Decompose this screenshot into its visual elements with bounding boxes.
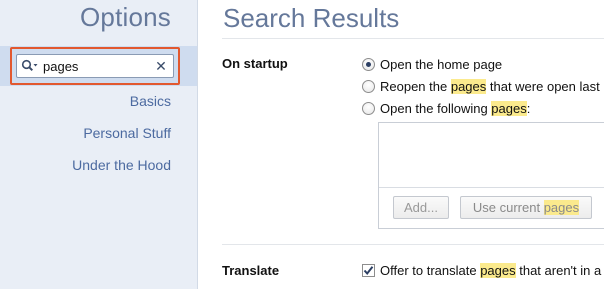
startup-option-reopen-pages[interactable]: Reopen the pages that were open last [362,78,600,94]
search-match-highlight: pages [480,262,516,278]
clear-search-icon[interactable]: ✕ [153,58,169,74]
sidebar-item-under-the-hood[interactable]: Under the Hood [72,157,171,173]
search-box[interactable]: ✕ [16,54,174,78]
search-match-highlight: pages [491,100,527,116]
radio-following-pages[interactable] [362,101,375,115]
use-current-pages-button[interactable]: Use current pages [460,196,592,219]
following-text-post: : [526,100,531,116]
pages-list-divider [379,187,604,188]
reopen-text-post: that were open last [486,78,600,94]
checkmark-icon [363,265,374,275]
section-divider [222,244,604,245]
on-startup-label: On startup [222,56,288,71]
title-divider [222,38,604,39]
add-page-button[interactable]: Add... [393,196,449,219]
page-title: Search Results [223,3,400,33]
search-match-highlight: pages [450,78,487,94]
startup-option-following-pages[interactable]: Open the following pages : [362,100,530,116]
translate-checkbox[interactable] [362,263,375,277]
radio-reopen-pages[interactable] [362,79,375,93]
reopen-text-pre: Reopen the [380,78,451,94]
startup-option-home-page-label: Open the home page [380,56,503,72]
translate-option[interactable]: Offer to translate pages that aren't in … [362,262,601,278]
translate-text-post: that aren't in a [515,262,602,278]
startup-pages-list[interactable]: Add... Use current pages [378,122,604,229]
search-match-highlight: pages [543,200,580,215]
sidebar-title: Options [79,2,171,32]
translate-label: Translate [222,263,280,278]
translate-text-pre: Offer to translate [380,262,481,278]
search-input[interactable] [41,56,153,76]
startup-option-home-page[interactable]: Open the home page [362,56,502,72]
use-current-text: Use current [472,200,544,215]
options-sidebar: Options ✕ Basics Personal Stuff Under th… [0,0,198,289]
search-icon[interactable] [19,55,41,77]
radio-home-page[interactable] [362,57,375,71]
following-text-pre: Open the following [380,100,492,116]
sidebar-item-personal-stuff[interactable]: Personal Stuff [83,125,171,141]
sidebar-item-basics[interactable]: Basics [130,93,171,109]
